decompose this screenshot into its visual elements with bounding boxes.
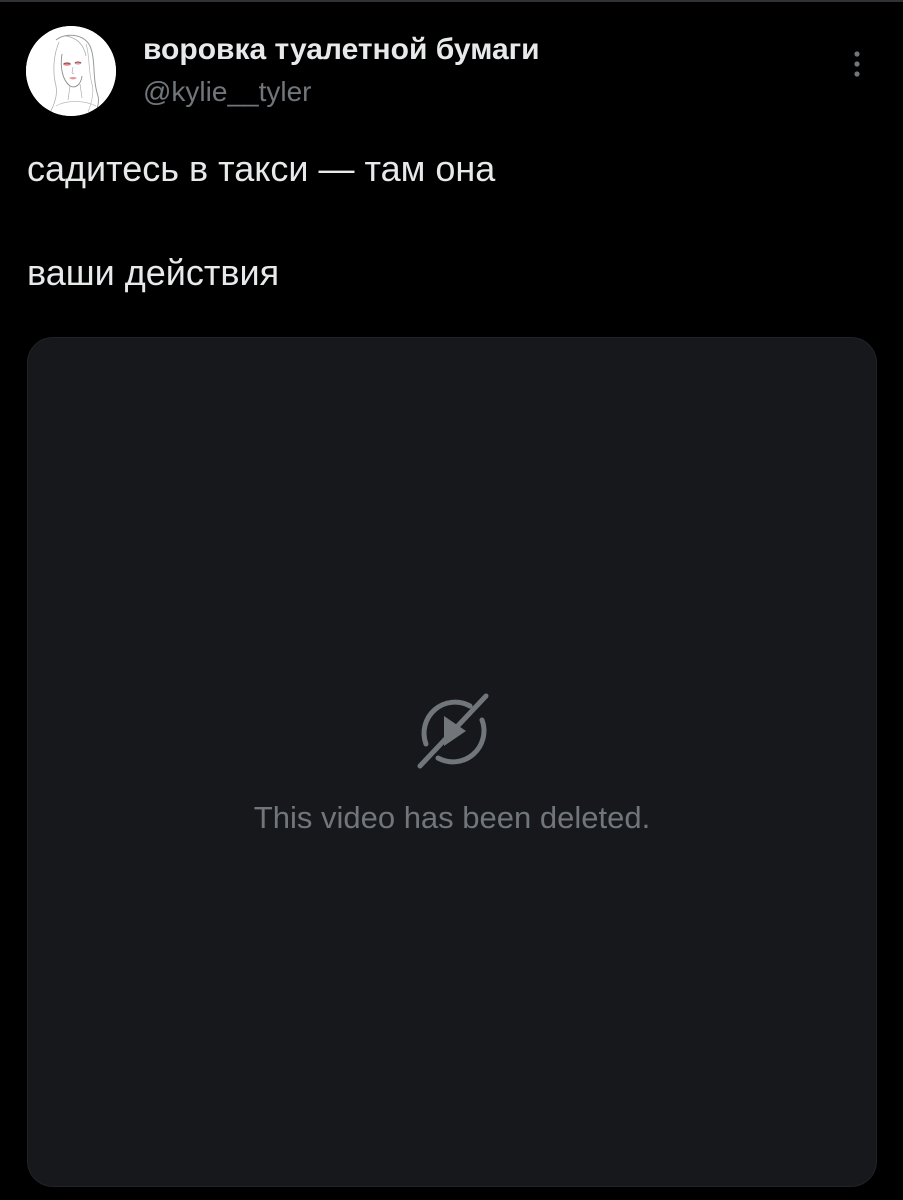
author-display-name[interactable]: воровка туалетной бумаги xyxy=(143,33,540,67)
tweet-text-line: садитесь в такси — там она xyxy=(27,148,496,189)
video-deleted-message: This video has been deleted. xyxy=(253,800,651,835)
tweet: воровка туалетной бумаги @kylie__tyler с… xyxy=(0,0,903,1200)
video-deleted-icon xyxy=(417,693,489,769)
more-options-button[interactable] xyxy=(842,44,872,84)
tweet-text: садитесь в такси — там она ваши действия xyxy=(27,143,877,299)
avatar-sketch-icon xyxy=(26,26,116,116)
avatar[interactable] xyxy=(26,26,116,116)
tweet-text-line: ваши действия xyxy=(27,252,280,293)
author-handle[interactable]: @kylie__tyler xyxy=(143,76,311,108)
vertical-ellipsis-icon xyxy=(854,51,860,77)
